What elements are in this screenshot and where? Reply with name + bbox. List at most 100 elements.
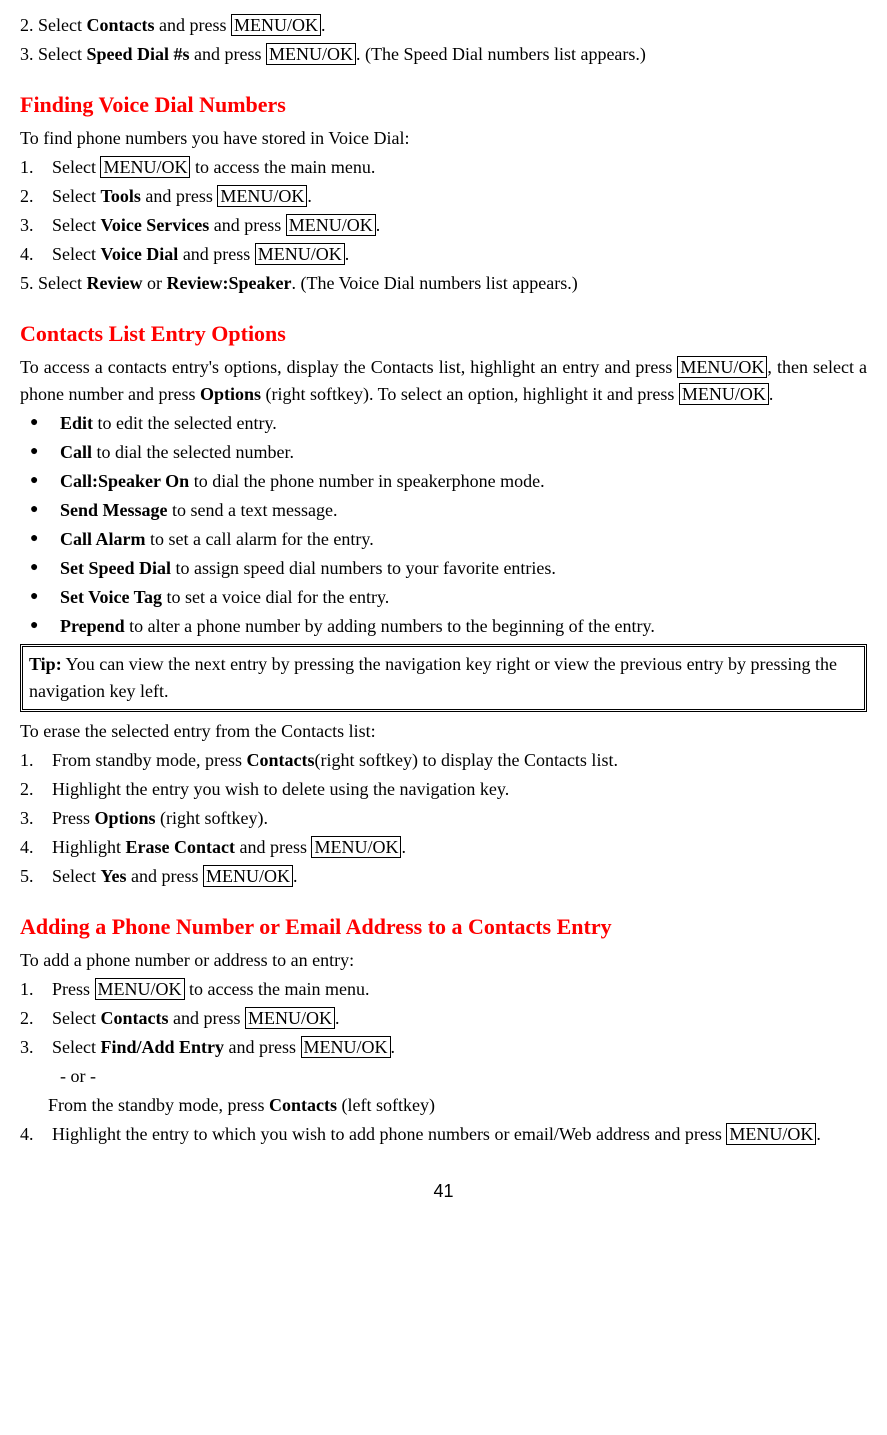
step-number: 3. [20, 212, 52, 239]
call-speaker-label: Call:Speaker On [60, 471, 189, 491]
erase-step-5: 5. Select Yes and press MENU/OK. [20, 863, 867, 890]
speed-dial-step-2: 2. Select Contacts and press MENU/OK. [20, 12, 867, 39]
text: Select [52, 244, 100, 264]
step-number: 2. [20, 183, 52, 210]
contacts-options-intro: To access a contacts entry's options, di… [20, 354, 867, 408]
erase-step-3: 3. Press Options (right softkey). [20, 805, 867, 832]
menu-ok-key: MENU/OK [301, 1036, 391, 1058]
or-standby-line: From the standby mode, press Contacts (l… [20, 1092, 867, 1119]
text: 2. Select [20, 15, 86, 35]
text: Select [52, 866, 100, 886]
prepend-label: Prepend [60, 616, 125, 636]
menu-ok-key: MENU/OK [217, 185, 307, 207]
contacts-label: Contacts [100, 1008, 168, 1028]
adding-step-1: 1. Press MENU/OK to access the main menu… [20, 976, 867, 1003]
adding-number-heading: Adding a Phone Number or Email Address t… [20, 910, 867, 943]
menu-ok-key: MENU/OK [679, 383, 769, 405]
step-number: 3. [20, 1034, 52, 1061]
text: Highlight the entry you wish to delete u… [52, 776, 867, 803]
bullet-set-voice-tag: Set Voice Tag to set a voice dial for th… [30, 584, 867, 611]
text: and press [141, 186, 217, 206]
text: and press [168, 1008, 244, 1028]
step-number: 2. [20, 1005, 52, 1032]
menu-ok-key: MENU/OK [100, 156, 190, 178]
text: and press [190, 44, 266, 64]
text: and press [154, 15, 230, 35]
bullet-prepend: Prepend to alter a phone number by addin… [30, 613, 867, 640]
text: and press [178, 244, 254, 264]
text: . (The Speed Dial numbers list appears.) [356, 44, 646, 64]
menu-ok-key: MENU/OK [726, 1123, 816, 1145]
menu-ok-key: MENU/OK [286, 214, 376, 236]
text: and press [235, 837, 311, 857]
text: to access the main menu. [185, 979, 370, 999]
text: (left softkey) [337, 1095, 435, 1115]
options-label: Options [95, 808, 156, 828]
find-add-entry-label: Find/Add Entry [100, 1037, 224, 1057]
step-number: 1. [20, 154, 52, 181]
adding-step-2: 2. Select Contacts and press MENU/OK. [20, 1005, 867, 1032]
text: Select [52, 186, 100, 206]
tip-label: Tip: [29, 654, 62, 674]
bullet-call-alarm: Call Alarm to set a call alarm for the e… [30, 526, 867, 553]
bullet-send-message: Send Message to send a text message. [30, 497, 867, 524]
text: and press [209, 215, 285, 235]
text: to set a call alarm for the entry. [146, 529, 374, 549]
text: 5. Select [20, 273, 86, 293]
erase-contact-label: Erase Contact [126, 837, 235, 857]
menu-ok-key: MENU/OK [245, 1007, 335, 1029]
voice-services-label: Voice Services [100, 215, 209, 235]
text: to dial the selected number. [92, 442, 294, 462]
voice-dial-step-3: 3. Select Voice Services and press MENU/… [20, 212, 867, 239]
or-divider: - or - [20, 1063, 867, 1090]
step-number: 1. [20, 976, 52, 1003]
speed-dial-step-3: 3. Select Speed Dial #s and press MENU/O… [20, 41, 867, 68]
tools-label: Tools [100, 186, 140, 206]
voice-dial-step-1: 1. Select MENU/OK to access the main men… [20, 154, 867, 181]
adding-step-3: 3. Select Find/Add Entry and press MENU/… [20, 1034, 867, 1061]
menu-ok-key: MENU/OK [95, 978, 185, 1000]
erase-intro: To erase the selected entry from the Con… [20, 718, 867, 745]
call-label: Call [60, 442, 92, 462]
text: (right softkey). To select an option, hi… [261, 384, 679, 404]
set-voice-tag-label: Set Voice Tag [60, 587, 162, 607]
text: Select [52, 1008, 100, 1028]
tip-text: You can view the next entry by pressing … [29, 654, 837, 701]
erase-step-4: 4. Highlight Erase Contact and press MEN… [20, 834, 867, 861]
text: . (The Voice Dial numbers list appears.) [291, 273, 577, 293]
text: . [307, 186, 312, 206]
finding-voice-dial-intro: To find phone numbers you have stored in… [20, 125, 867, 152]
text: . [345, 244, 350, 264]
text: From the standby mode, press [48, 1095, 269, 1115]
set-speed-dial-label: Set Speed Dial [60, 558, 171, 578]
menu-ok-key: MENU/OK [266, 43, 356, 65]
menu-ok-key: MENU/OK [311, 836, 401, 858]
review-speaker-label: Review:Speaker [166, 273, 291, 293]
step-number: 2. [20, 776, 52, 803]
menu-ok-key: MENU/OK [203, 865, 293, 887]
text: . [376, 215, 381, 235]
text: From standby mode, press [52, 750, 246, 770]
bullet-set-speed-dial: Set Speed Dial to assign speed dial numb… [30, 555, 867, 582]
text: (right softkey). [156, 808, 268, 828]
text: to alter a phone number by adding number… [125, 616, 655, 636]
text: . [816, 1124, 821, 1144]
send-message-label: Send Message [60, 500, 168, 520]
edit-label: Edit [60, 413, 93, 433]
review-label: Review [86, 273, 142, 293]
call-alarm-label: Call Alarm [60, 529, 146, 549]
step-number: 3. [20, 805, 52, 832]
text: Highlight [52, 837, 126, 857]
text: Select [52, 215, 100, 235]
menu-ok-key: MENU/OK [677, 356, 767, 378]
bullet-call-speaker: Call:Speaker On to dial the phone number… [30, 468, 867, 495]
text: to access the main menu. [190, 157, 375, 177]
voice-dial-label: Voice Dial [100, 244, 178, 264]
erase-steps: 1. From standby mode, press Contacts(rig… [20, 747, 867, 890]
text: or [142, 273, 166, 293]
adding-steps-cont: 4. Highlight the entry to which you wish… [20, 1121, 867, 1148]
contacts-label: Contacts [86, 15, 154, 35]
bullet-edit: Edit to edit the selected entry. [30, 410, 867, 437]
options-bullet-list: Edit to edit the selected entry. Call to… [20, 410, 867, 640]
menu-ok-key: MENU/OK [255, 243, 345, 265]
